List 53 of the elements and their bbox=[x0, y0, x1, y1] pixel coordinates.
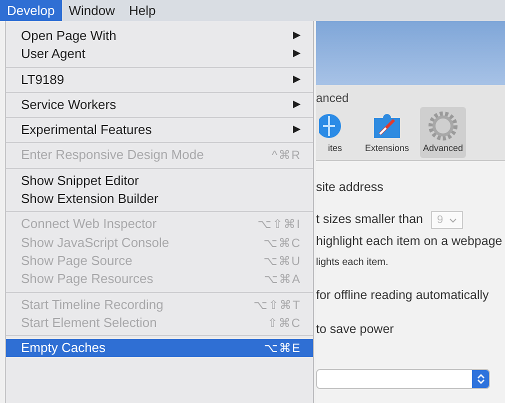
gear-icon bbox=[427, 110, 460, 142]
shortcut-label: ^⌘R bbox=[272, 147, 301, 164]
toolbar-tab[interactable]: ites bbox=[316, 107, 354, 158]
menu-item[interactable]: Show Snippet Editor bbox=[6, 172, 313, 190]
menu-item[interactable]: Service Workers ▶ bbox=[6, 96, 313, 114]
setting-label: site address bbox=[316, 180, 384, 194]
menu-item-label: Open Page With bbox=[21, 27, 116, 45]
submenu-arrow: ▶ bbox=[293, 72, 301, 87]
setting-label: to save power bbox=[316, 322, 394, 336]
menu-bar-item[interactable]: Help bbox=[122, 0, 163, 21]
menu-item[interactable]: Open Page With ▶ bbox=[6, 27, 313, 46]
submenu-arrow: ▶ bbox=[293, 29, 301, 43]
toolbar-tab[interactable]: Advanced bbox=[420, 107, 466, 158]
menu-item-label: Show JavaScript Console bbox=[21, 234, 170, 252]
submenu-arrow: ▶ bbox=[293, 123, 301, 138]
menu-bar-item[interactable]: Window bbox=[62, 0, 122, 21]
shortcut-label: ⌥⇧⌘I bbox=[258, 216, 301, 234]
menu-item-label: User Agent bbox=[21, 45, 86, 64]
menu-item-label: Show Page Resources bbox=[21, 270, 154, 288]
menu-item-label: Show Extension Builder bbox=[21, 190, 158, 208]
menu-item[interactable]: User Agent ▶ bbox=[6, 45, 313, 64]
shortcut-label: ⌥⌘E bbox=[264, 340, 301, 358]
shortcut-label: ⌥⇧⌘T bbox=[254, 296, 301, 314]
setting-label: t sizes smaller than bbox=[316, 212, 423, 226]
shortcut-label: ⌥⌘U bbox=[263, 252, 301, 270]
shortcut-label: ⌥⌘C bbox=[263, 234, 301, 252]
menu-item-label: Service Workers bbox=[21, 96, 116, 114]
menu-item-label: Start Element Selection bbox=[21, 314, 157, 332]
setting-label: for offline reading automatically bbox=[316, 288, 489, 302]
toolbar-tab[interactable]: Extensions bbox=[362, 107, 412, 158]
menu-item-label: Experimental Features bbox=[21, 121, 152, 140]
submenu-arrow: ▶ bbox=[293, 98, 301, 112]
submenu-arrow: ▶ bbox=[293, 47, 301, 62]
stepper-icon bbox=[472, 370, 489, 388]
chevron-icon bbox=[449, 218, 458, 222]
menu-item[interactable]: Experimental Features ▶ bbox=[6, 121, 313, 140]
note-text: lights each item. bbox=[316, 257, 388, 268]
menu-item-label: Start Timeline Recording bbox=[21, 296, 164, 314]
menu-item-label: Empty Caches bbox=[21, 339, 106, 358]
menu-item[interactable]: Empty Caches ⌥⌘E bbox=[6, 339, 313, 358]
menu-item-label: LT9189 bbox=[21, 70, 64, 89]
shortcut-label: ⇧⌘C bbox=[267, 314, 301, 332]
menu-item-label: Connect Web Inspector bbox=[21, 215, 157, 234]
menu-item-label: Show Snippet Editor bbox=[21, 172, 139, 190]
menu-item-label: Show Page Source bbox=[21, 252, 132, 270]
setting-label: highlight each item on a webpage bbox=[316, 234, 502, 248]
menu-item-label: Enter Responsive Design Mode bbox=[21, 146, 204, 164]
shortcut-label: ⌥⌘A bbox=[264, 271, 301, 288]
window-title: anced bbox=[316, 91, 349, 105]
menu-item[interactable]: LT9189 ▶ bbox=[6, 70, 313, 89]
menu-bar-item[interactable]: Develop bbox=[0, 0, 62, 21]
menu-item[interactable]: Show Extension Builder bbox=[6, 190, 313, 208]
popup-button[interactable] bbox=[316, 369, 490, 389]
